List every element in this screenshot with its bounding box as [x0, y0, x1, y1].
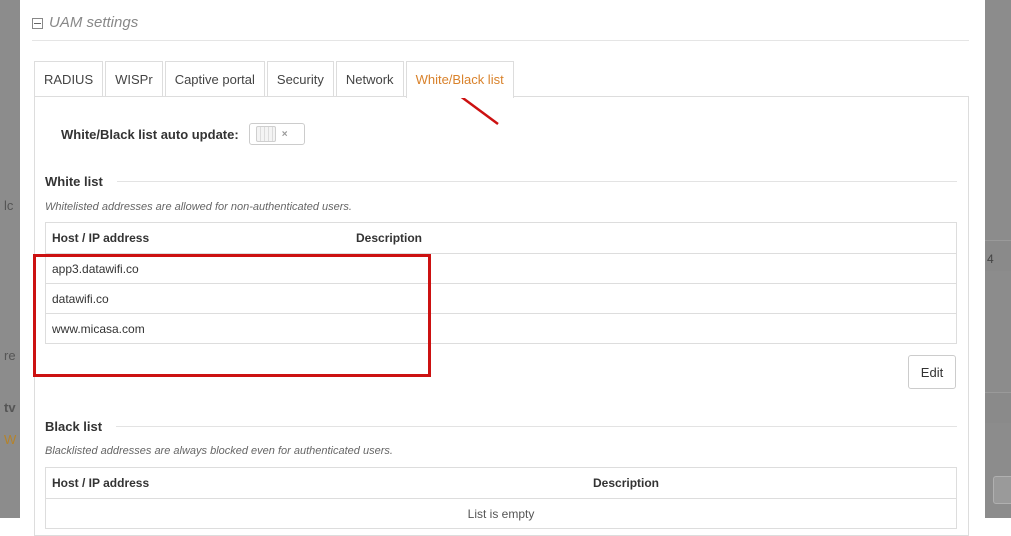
toggle-knob[interactable]: [255, 126, 276, 142]
toggle-off-icon: ×: [281, 128, 288, 140]
backdrop-text-fragment: tv: [4, 400, 16, 415]
auto-update-row: White/Black list auto update: ×: [61, 123, 305, 145]
column-header-host[interactable]: Host / IP address: [46, 231, 356, 245]
tab-radius[interactable]: RADIUS: [34, 61, 104, 96]
tab-security[interactable]: Security: [266, 61, 334, 96]
uam-settings-modal: UAM settings RADIUS WISPr Captive portal…: [20, 0, 985, 536]
white-list-hint: Whitelisted addresses are allowed for no…: [45, 201, 352, 213]
column-header-host[interactable]: Host / IP address: [46, 476, 593, 490]
backdrop-text-fragment: lc: [4, 198, 14, 213]
empty-row: List is empty: [46, 499, 956, 528]
black-list-heading: Black list: [45, 417, 957, 435]
column-header-description[interactable]: Description: [593, 476, 659, 490]
backdrop-text-fragment: W: [4, 432, 17, 447]
black-list-hint: Blacklisted addresses are always blocked…: [45, 445, 393, 457]
black-list-title: Black list: [45, 418, 103, 434]
table-row[interactable]: www.micasa.com: [46, 314, 956, 343]
tab-network[interactable]: Network: [335, 61, 404, 96]
table-row[interactable]: datawifi.co: [46, 284, 956, 314]
tab-captive-portal[interactable]: Captive portal: [164, 61, 265, 96]
table-header: Host / IP address Description: [46, 223, 956, 254]
host-cell: app3.datawifi.co: [52, 261, 139, 276]
settings-tabs: RADIUS WISPr Captive portal Security Net…: [34, 61, 516, 98]
section-header[interactable]: UAM settings: [32, 14, 969, 41]
white-list-table: Host / IP address Description app3.dataw…: [45, 222, 957, 344]
backdrop-left: lc re tv W: [0, 0, 20, 518]
section-title: UAM settings: [49, 13, 139, 31]
column-header-description[interactable]: Description: [356, 231, 422, 245]
tab-white-black-list[interactable]: White/Black list: [405, 61, 514, 98]
host-cell: www.micasa.com: [52, 321, 145, 336]
edit-button[interactable]: Edit: [908, 355, 956, 389]
auto-update-label: White/Black list auto update:: [61, 126, 239, 142]
divider: [116, 425, 957, 427]
backdrop-text-fragment: 4: [987, 252, 994, 266]
backdrop-button-fragment: [993, 476, 1011, 504]
table-row[interactable]: app3.datawifi.co: [46, 254, 956, 284]
black-list-table: Host / IP address Description List is em…: [45, 467, 957, 529]
table-header: Host / IP address Description: [46, 468, 956, 499]
empty-list-text: List is empty: [467, 506, 535, 521]
backdrop-right: 4: [985, 0, 1011, 518]
host-cell: datawifi.co: [52, 291, 109, 306]
auto-update-toggle[interactable]: ×: [248, 123, 305, 145]
white-list-heading: White list: [45, 172, 957, 190]
white-list-title: White list: [45, 173, 103, 189]
tab-wispr[interactable]: WISPr: [105, 61, 163, 96]
divider: [116, 180, 957, 182]
backdrop-text-fragment: re: [4, 348, 16, 363]
collapse-minus-icon[interactable]: [32, 17, 43, 29]
